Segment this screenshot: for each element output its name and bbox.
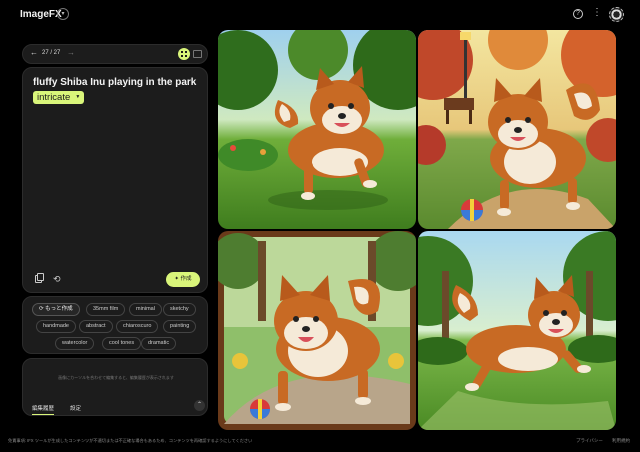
prompt-text[interactable]: fluffy Shiba Inu playing in the park — [33, 76, 203, 89]
arrow-left-icon[interactable]: ← — [30, 48, 38, 57]
disclaimer-text: 免責事項: IFX ツールが生成したコンテンツが不適切または不正確な場合もあるた… — [8, 438, 253, 443]
style-chip[interactable]: handmade — [36, 320, 76, 333]
copy-icon[interactable] — [35, 273, 44, 283]
single-view-icon[interactable] — [193, 50, 202, 58]
style-chip[interactable]: chiaroscuro — [116, 320, 159, 333]
style-chip[interactable]: 35mm film — [86, 303, 126, 316]
style-chip[interactable]: dramatic — [141, 337, 177, 350]
app-title[interactable]: ImageFX — [20, 9, 62, 20]
prompt-chip-label: intricate — [37, 92, 71, 103]
style-chip[interactable]: cool tones — [102, 337, 142, 350]
style-chip[interactable]: minimal — [129, 303, 162, 316]
history-navigator: ← 27 / 27 → — [22, 44, 208, 64]
edit-history-panel: 画像にカーソルを合わせて編集すると、編集履歴が表示されます 編集履歴 設定 ⌃ — [22, 358, 208, 416]
expand-icon[interactable]: ⌃ — [194, 400, 205, 411]
edit-history-hint: 画像にカーソルを合わせて編集すると、編集履歴が表示されます — [58, 375, 174, 380]
chevron-down-icon[interactable]: ▾ — [57, 8, 69, 20]
arrow-right-icon[interactable]: → — [67, 48, 75, 57]
tab-edit-history[interactable]: 編集履歴 — [32, 404, 55, 415]
dice-refresh-icon[interactable]: ⟲ — [53, 274, 61, 285]
account-avatar-icon[interactable] — [609, 7, 624, 22]
terms-link[interactable]: 利用規約 — [612, 438, 630, 444]
generated-image-1[interactable] — [218, 30, 416, 229]
style-chip[interactable]: sketchy — [163, 303, 196, 316]
footer: 免責事項: IFX ツールが生成したコンテンツが不適切または不正確な場合もあるた… — [0, 436, 640, 452]
more-vert-icon[interactable]: ⋮ — [592, 7, 602, 18]
create-button[interactable]: ✦ 作成 — [166, 272, 200, 287]
style-chip[interactable]: abstract — [79, 320, 113, 333]
image-counter: 27 / 27 — [42, 50, 61, 56]
style-chip[interactable]: watercolor — [55, 337, 95, 350]
chip-label: もっと作成 — [45, 306, 73, 312]
grid-view-icon[interactable] — [178, 48, 190, 60]
style-chip[interactable]: painting — [163, 320, 197, 333]
tab-settings[interactable]: 設定 — [70, 404, 81, 412]
help-circle-icon[interactable]: ? — [573, 9, 583, 19]
prompt-chip-intricate[interactable]: intricate ▼ — [33, 91, 85, 104]
more-create-chip[interactable]: ⟳ もっと作成 — [32, 303, 80, 316]
prompt-editor[interactable]: fluffy Shiba Inu playing in the park int… — [22, 67, 208, 293]
generated-image-3[interactable] — [218, 231, 416, 430]
generated-image-4[interactable] — [418, 231, 616, 430]
top-bar: ImageFX ▾ ? ⋮ — [0, 0, 640, 30]
privacy-link[interactable]: プライバシー — [576, 438, 603, 444]
chevron-down-icon: ▼ — [75, 94, 81, 100]
style-suggestions: ⟳ もっと作成 35mm film minimal sketchy handma… — [22, 296, 208, 354]
generated-image-2[interactable] — [418, 30, 616, 229]
